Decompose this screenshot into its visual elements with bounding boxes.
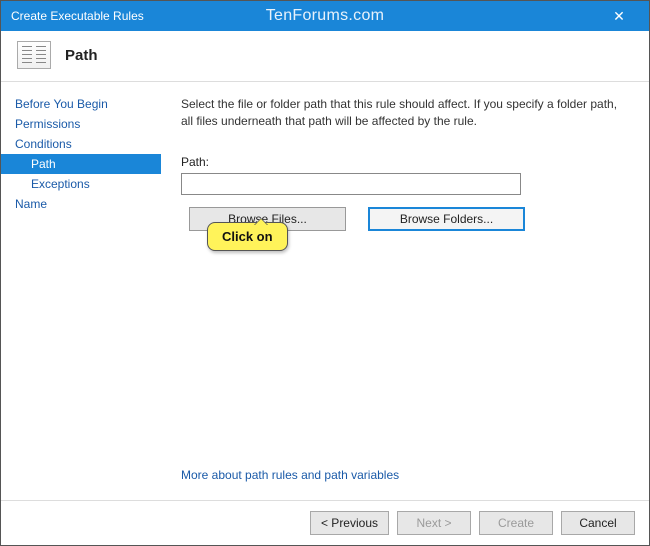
substep-path[interactable]: Path xyxy=(1,154,161,174)
title-bar: Create Executable Rules TenForums.com ✕ xyxy=(1,1,649,31)
substep-exceptions[interactable]: Exceptions xyxy=(1,174,161,194)
page-title: Path xyxy=(65,47,98,64)
browse-folders-button[interactable]: Browse Folders... xyxy=(368,207,525,231)
previous-button[interactable]: < Previous xyxy=(310,511,389,535)
path-label: Path: xyxy=(181,155,625,169)
book-icon xyxy=(17,41,51,69)
next-button: Next > xyxy=(397,511,471,535)
annotation-callout: Click on xyxy=(207,222,288,251)
callout-bubble: Click on xyxy=(207,222,288,251)
step-before-you-begin[interactable]: Before You Begin xyxy=(1,94,161,114)
wizard-window: Create Executable Rules TenForums.com ✕ … xyxy=(0,0,650,546)
window-title: Create Executable Rules xyxy=(11,9,144,23)
step-permissions[interactable]: Permissions xyxy=(1,114,161,134)
step-conditions[interactable]: Conditions xyxy=(1,134,161,154)
cancel-button[interactable]: Cancel xyxy=(561,511,635,535)
more-about-link[interactable]: More about path rules and path variables xyxy=(181,468,625,490)
path-input[interactable] xyxy=(181,173,521,195)
content-area: Select the file or folder path that this… xyxy=(161,82,649,500)
step-sidebar: Before You Begin Permissions Conditions … xyxy=(1,82,161,500)
step-name[interactable]: Name xyxy=(1,194,161,214)
wizard-header: Path xyxy=(1,31,649,82)
watermark-text: TenForums.com xyxy=(266,7,385,25)
wizard-body: Before You Begin Permissions Conditions … xyxy=(1,82,649,500)
create-button: Create xyxy=(479,511,553,535)
description-text: Select the file or folder path that this… xyxy=(181,96,625,131)
wizard-footer: < Previous Next > Create Cancel xyxy=(1,500,649,545)
close-button[interactable]: ✕ xyxy=(599,8,639,25)
